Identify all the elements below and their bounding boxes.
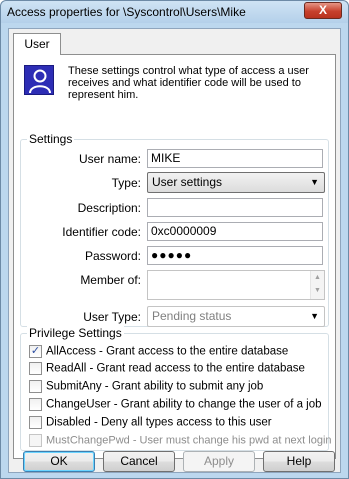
privilege-submitany-label: SubmitAny - Grant ability to submit any … xyxy=(46,380,264,393)
settings-legend: Settings xyxy=(27,132,75,146)
privilege-settings-legend: Privilege Settings xyxy=(27,326,124,340)
type-select[interactable]: User settings ▼ xyxy=(147,172,325,193)
close-icon: X xyxy=(318,3,327,17)
description-field[interactable] xyxy=(147,198,323,217)
privilege-submitany[interactable]: SubmitAny - Grant ability to submit any … xyxy=(29,380,263,396)
checkbox-changeuser[interactable] xyxy=(29,398,42,411)
user-type-select-value: Pending status xyxy=(152,309,232,323)
privilege-changeuser[interactable]: ChangeUser - Grant ability to change the… xyxy=(29,398,322,414)
cancel-button[interactable]: Cancel xyxy=(103,451,175,472)
privilege-allaccess[interactable]: ✓ AllAccess - Grant access to the entire … xyxy=(29,345,288,361)
window-title: Access properties for \Syscontrol\Users\… xyxy=(7,5,246,19)
title-bar[interactable]: Access properties for \Syscontrol\Users\… xyxy=(1,1,348,23)
chevron-down-icon: ▼ xyxy=(310,311,319,321)
help-button[interactable]: Help xyxy=(263,451,335,472)
user-type-label: User Type: xyxy=(83,310,141,324)
member-of-label: Member of: xyxy=(80,273,141,287)
scroll-up-icon[interactable]: ▲ xyxy=(311,271,324,284)
dialog-window: Access properties for \Syscontrol\Users\… xyxy=(0,0,349,479)
checkbox-mustchangepwd xyxy=(29,434,42,447)
tab-panel-user: These settings control what type of acce… xyxy=(13,54,336,459)
privilege-readall[interactable]: ReadAll - Grant read access to the entir… xyxy=(29,362,305,378)
password-label: Password: xyxy=(84,249,141,263)
intro-text: These settings control what type of acce… xyxy=(68,65,309,101)
checkbox-allaccess[interactable]: ✓ xyxy=(29,345,42,358)
settings-group: Settings User name: MIKE Type: User sett… xyxy=(20,132,329,327)
user-type-select[interactable]: Pending status ▼ xyxy=(147,306,325,327)
member-of-list[interactable]: ▲ ▼ xyxy=(147,270,325,300)
identifier-code-label: Identifier code: xyxy=(62,225,141,239)
dialog-client: User These settings control what type of… xyxy=(8,28,341,473)
tab-user[interactable]: User xyxy=(13,33,61,55)
identifier-code-field[interactable]: 0xc0000009 xyxy=(147,222,323,241)
privilege-mustchangepwd-label: MustChangePwd - User must change his pwd… xyxy=(46,434,332,447)
chevron-down-icon: ▼ xyxy=(310,177,319,187)
type-select-value: User settings xyxy=(152,175,223,189)
close-button[interactable]: X xyxy=(304,2,342,19)
privilege-readall-label: ReadAll - Grant read access to the entir… xyxy=(46,362,305,375)
checkbox-readall[interactable] xyxy=(29,362,42,375)
user-name-label: User name: xyxy=(78,152,141,166)
scroll-down-icon[interactable]: ▼ xyxy=(311,284,324,297)
ok-button[interactable]: OK xyxy=(23,451,95,472)
privilege-settings-group: Privilege Settings ✓ AllAccess - Grant ac… xyxy=(20,326,332,451)
privilege-allaccess-label: AllAccess - Grant access to the entire d… xyxy=(46,345,289,358)
user-icon xyxy=(24,65,54,95)
apply-button: Apply xyxy=(183,451,255,472)
member-of-scrollbar[interactable]: ▲ ▼ xyxy=(310,271,324,299)
checkbox-submitany[interactable] xyxy=(29,380,42,393)
type-label: Type: xyxy=(111,176,141,190)
privilege-disabled[interactable]: Disabled - Deny all types access to this… xyxy=(29,416,272,432)
privilege-mustchangepwd: MustChangePwd - User must change his pwd… xyxy=(29,434,332,450)
privilege-disabled-label: Disabled - Deny all types access to this… xyxy=(46,416,272,429)
privilege-changeuser-label: ChangeUser - Grant ability to change the… xyxy=(46,398,322,411)
description-label: Description: xyxy=(77,201,141,215)
checkbox-disabled[interactable] xyxy=(29,416,42,429)
user-name-field[interactable]: MIKE xyxy=(147,149,323,168)
password-field[interactable]: ●●●●● xyxy=(147,246,323,265)
